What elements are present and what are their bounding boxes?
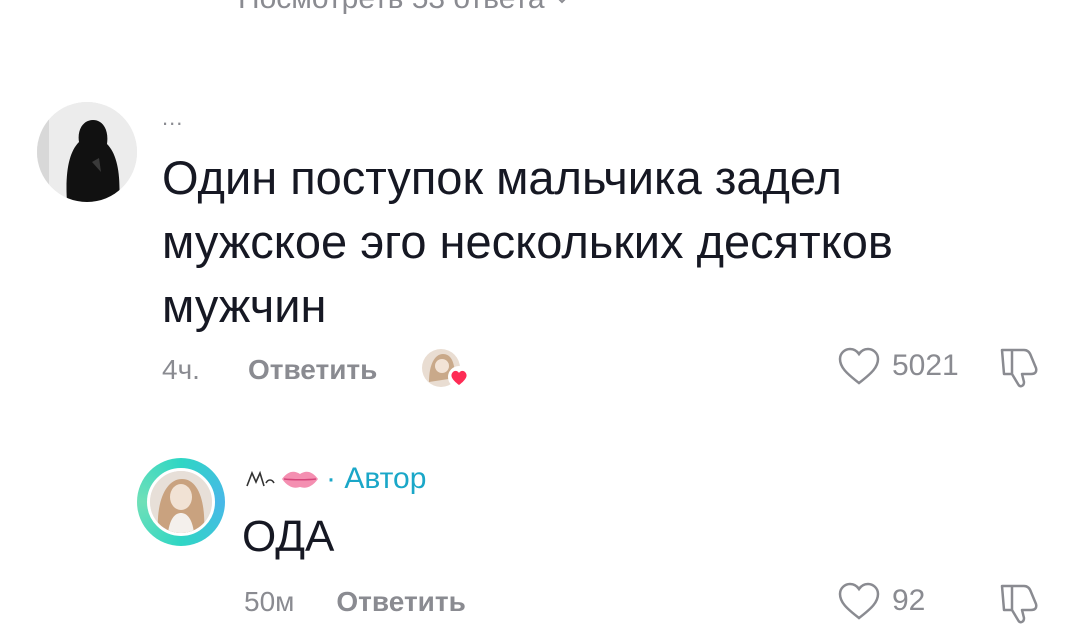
more-options[interactable]: ... [162,105,183,131]
like-button[interactable]: 5021 [836,345,959,387]
dislike-icon [1000,584,1038,624]
heart-outline-icon [838,582,880,620]
avatar-photo [150,471,212,533]
author-badge: · Автор [326,462,427,495]
comment-meta: 4ч. Ответить [162,348,471,392]
reply-text: ОДА [242,512,335,561]
heart-outline-icon [838,347,880,385]
view-replies-row[interactable]: Посмотреть 53 ответа [150,0,571,20]
dislike-icon [1000,348,1038,388]
view-replies-label[interactable]: Посмотреть 53 ответа [238,0,545,16]
heart-badge-icon [448,366,471,388]
comment-text: Один поступок мальчика задел мужское эго… [162,151,893,332]
reply-button[interactable]: Ответить [248,354,377,386]
liked-by-author-avatar [421,348,471,392]
like-count: 5021 [892,349,959,382]
author-avatar[interactable] [147,468,215,536]
lips-icon [282,471,318,488]
avatar-photo [37,102,137,202]
dislike-button[interactable] [996,344,1042,395]
author-name-row[interactable]: · Автор [244,462,426,496]
reply-button[interactable]: Ответить [336,586,465,618]
like-button[interactable]: 92 [836,580,925,622]
comment-time: 4ч. [162,354,200,385]
reply-time: 50м [244,586,295,617]
commenter-avatar[interactable] [37,102,137,202]
reply-meta: 50м Ответить [244,586,466,618]
chevron-down-icon [558,0,565,4]
dislike-button[interactable] [996,580,1042,631]
author-name-handwriting [246,470,275,487]
like-count: 92 [892,584,926,617]
